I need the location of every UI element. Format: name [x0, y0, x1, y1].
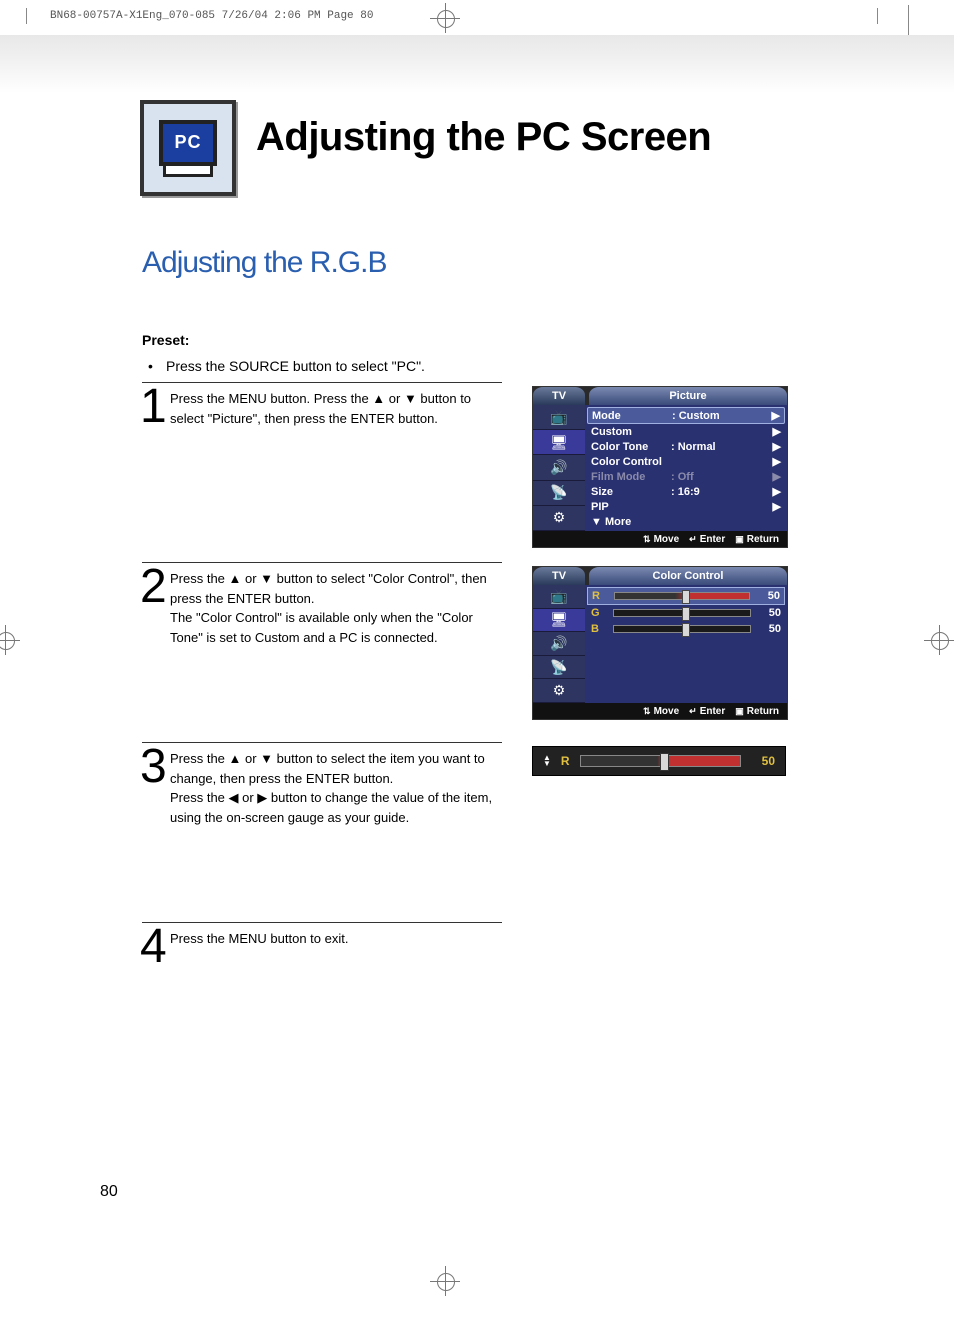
osd-tab-tv: TV	[533, 387, 585, 405]
preset-text: Press the SOURCE button to select "PC".	[166, 358, 425, 374]
step-2: 2 Press the ▲ or ▼ button to select "Col…	[142, 562, 502, 647]
registration-mark-icon	[0, 625, 20, 655]
osd-menu-item: Custom▶	[591, 424, 781, 439]
move-hint: Move	[643, 534, 679, 545]
pc-icon: PC	[140, 100, 236, 196]
setup-icon: ⚙	[533, 679, 585, 703]
osd-menu: Mode: Custom▶Custom▶Color Tone: Normal▶C…	[585, 405, 787, 531]
osd-menu-item: Color Tone: Normal▶	[591, 439, 781, 454]
osd-menu-item: Mode: Custom▶	[587, 407, 785, 424]
step-text: Press the ▲ or ▼ button to select the it…	[170, 749, 502, 827]
gauge-track	[580, 755, 741, 767]
return-hint: Return	[735, 706, 779, 717]
gauge-thumb	[660, 753, 669, 771]
osd-menu-item: ▼ More	[591, 514, 781, 529]
step-text: Press the MENU button to exit.	[170, 929, 502, 949]
osd-screenshot-color-control: TV Color Control 📺 🖥 🔊 📡 ⚙ R50G50B50 Mov…	[532, 566, 788, 720]
gauge-channel: R	[561, 754, 570, 768]
enter-hint: Enter	[689, 706, 725, 717]
osd-menu-item: PIP▶	[591, 499, 781, 514]
updown-arrows-icon: ▲▼	[543, 755, 551, 767]
osd-footer: Move Enter Return	[533, 703, 787, 719]
section-subtitle: Adjusting the R.G.B	[142, 246, 386, 280]
page-number: 80	[100, 1183, 118, 1201]
osd-sliders: R50G50B50	[585, 585, 787, 703]
osd-title: Color Control	[589, 567, 787, 585]
osd-menu-item: Film Mode: Off▶	[591, 469, 781, 484]
channel-icon: 📡	[533, 656, 585, 680]
move-hint: Move	[643, 706, 679, 717]
osd-slider-row: G50	[591, 605, 781, 621]
osd-menu-item: Color Control▶	[591, 454, 781, 469]
crop-frame	[26, 8, 878, 24]
sound-icon: 🔊	[533, 632, 585, 656]
input-icon: 📺	[533, 405, 585, 430]
channel-icon: 📡	[533, 481, 585, 506]
osd-slider-row: B50	[591, 621, 781, 637]
picture-icon: 🖥	[533, 430, 585, 455]
bullet-icon: •	[148, 358, 153, 374]
osd-sidebar: 📺 🖥 🔊 📡 ⚙	[533, 405, 585, 531]
header-gradient	[0, 35, 954, 93]
osd-title: Picture	[589, 387, 787, 405]
step-number: 4	[140, 923, 167, 971]
gauge-value: 50	[751, 754, 775, 768]
picture-icon: 🖥	[533, 609, 585, 633]
osd-slider-row: R50	[587, 587, 785, 605]
page-title: Adjusting the PC Screen	[256, 115, 711, 160]
input-icon: 📺	[533, 585, 585, 609]
registration-mark-icon	[924, 625, 954, 655]
step-text: Press the ▲ or ▼ button to select "Color…	[170, 569, 502, 647]
return-hint: Return	[735, 534, 779, 545]
setup-icon: ⚙	[533, 506, 585, 531]
osd-sidebar: 📺 🖥 🔊 📡 ⚙	[533, 585, 585, 703]
step-4: 4 Press the MENU button to exit.	[142, 922, 502, 949]
step-number: 2	[140, 563, 167, 611]
step-3: 3 Press the ▲ or ▼ button to select the …	[142, 742, 502, 827]
registration-mark-icon	[430, 1266, 460, 1296]
osd-screenshot-picture: TV Picture 📺 🖥 🔊 📡 ⚙ Mode: Custom▶Custom…	[532, 386, 788, 548]
sound-icon: 🔊	[533, 455, 585, 480]
step-number: 3	[140, 743, 167, 791]
osd-menu-item: Size: 16:9▶	[591, 484, 781, 499]
osd-footer: Move Enter Return	[533, 531, 787, 547]
enter-hint: Enter	[689, 534, 725, 545]
osd-tab-tv: TV	[533, 567, 585, 585]
step-1: 1 Press the MENU button. Press the ▲ or …	[142, 382, 502, 428]
preset-label: Preset:	[142, 332, 189, 348]
osd-gauge-bar: ▲▼ R 50	[532, 746, 786, 776]
step-text: Press the MENU button. Press the ▲ or ▼ …	[170, 389, 502, 428]
step-number: 1	[140, 383, 167, 431]
